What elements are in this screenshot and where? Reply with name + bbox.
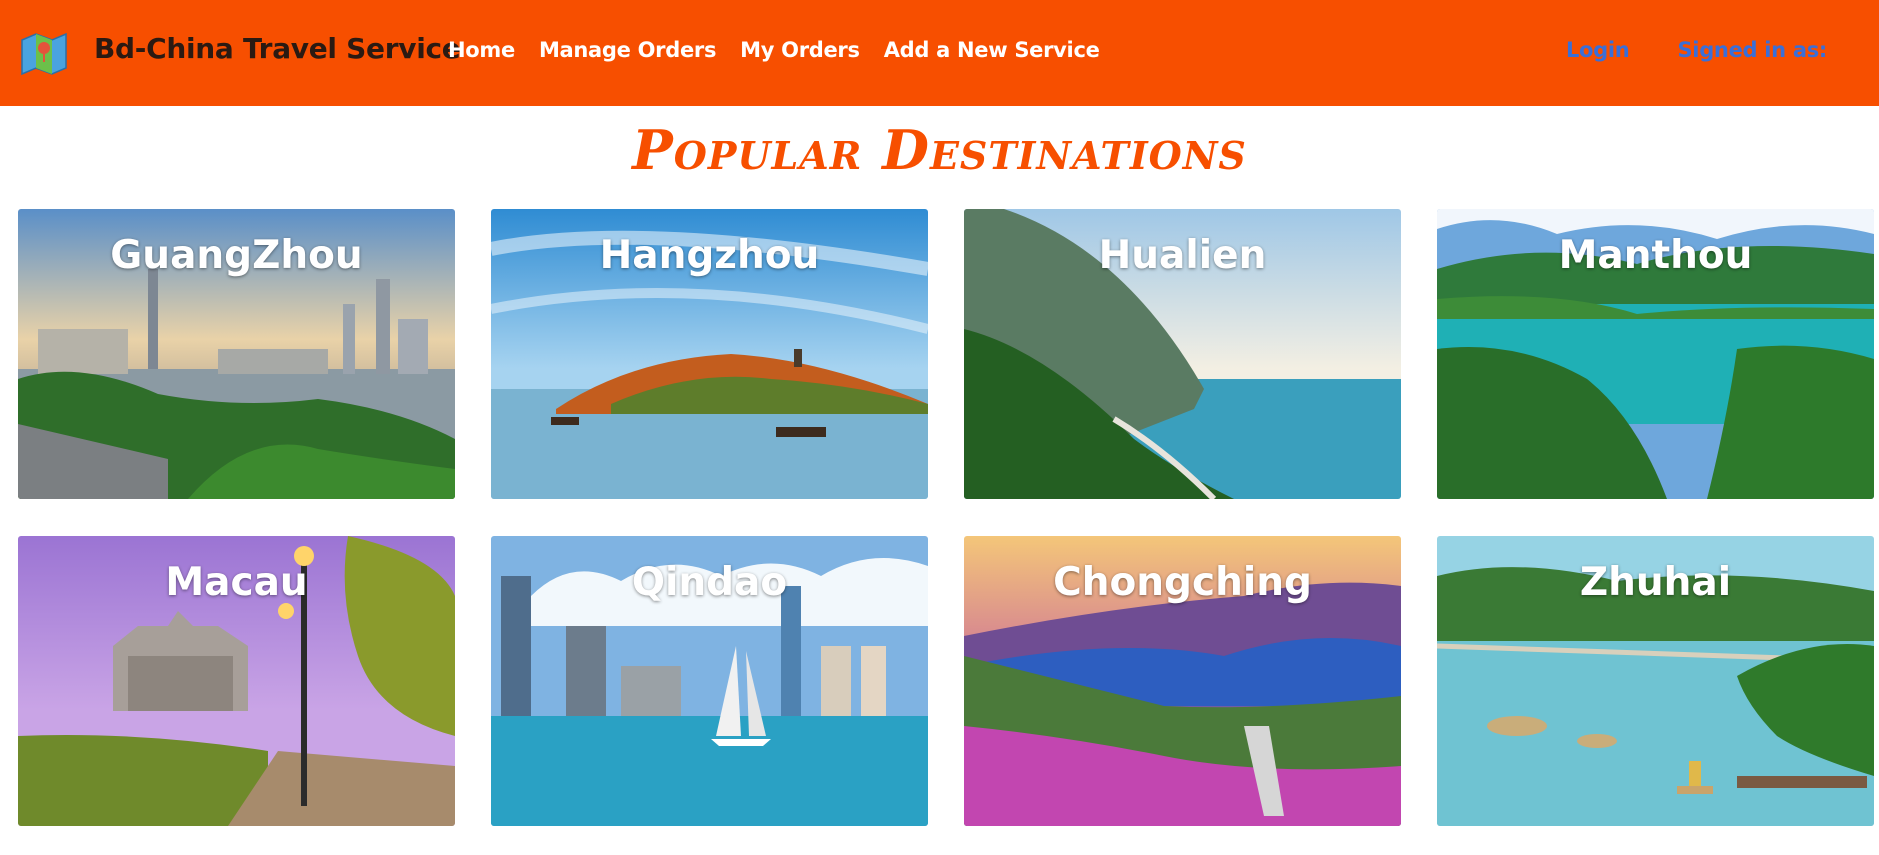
section-title: Popular Destinations — [632, 118, 1247, 182]
destination-name: Macau — [165, 560, 308, 605]
signed-in-label: Signed in as: — [1677, 38, 1827, 62]
login-link[interactable]: Login — [1566, 38, 1630, 62]
brand-title[interactable]: Bd-China Travel Service — [94, 32, 461, 65]
destination-card[interactable]: Hangzhou — [491, 209, 928, 499]
destination-name: Hangzhou — [599, 233, 820, 278]
destination-card[interactable]: Manthou — [1437, 209, 1874, 499]
destination-name: Zhuhai — [1579, 560, 1732, 605]
nav-my-orders-link[interactable]: My Orders — [740, 38, 860, 62]
nav-links: Home Manage Orders My Orders Add a New S… — [448, 38, 1124, 62]
nav-add-service-link[interactable]: Add a New Service — [884, 38, 1100, 62]
destination-card[interactable]: Chongching — [964, 536, 1401, 826]
destinations-grid: GuangZhou Hangzhou Hualien Manthou Macau… — [18, 209, 1874, 826]
destination-card[interactable]: GuangZhou — [18, 209, 455, 499]
nav-manage-orders-link[interactable]: Manage Orders — [539, 38, 717, 62]
destination-card[interactable]: Qindao — [491, 536, 928, 826]
destination-name: Chongching — [1053, 560, 1312, 605]
nav-auth: Login Signed in as: — [1566, 38, 1851, 62]
navbar: Bd-China Travel Service Home Manage Orde… — [0, 0, 1879, 106]
destination-name: Manthou — [1558, 233, 1753, 278]
map-icon[interactable] — [18, 30, 70, 76]
destination-card[interactable]: Zhuhai — [1437, 536, 1874, 826]
destination-name: GuangZhou — [110, 233, 363, 278]
nav-home-link[interactable]: Home — [448, 38, 515, 62]
destination-name: Qindao — [631, 560, 788, 605]
destination-name: Hualien — [1098, 233, 1267, 278]
destination-card[interactable]: Macau — [18, 536, 455, 826]
destination-card[interactable]: Hualien — [964, 209, 1401, 499]
